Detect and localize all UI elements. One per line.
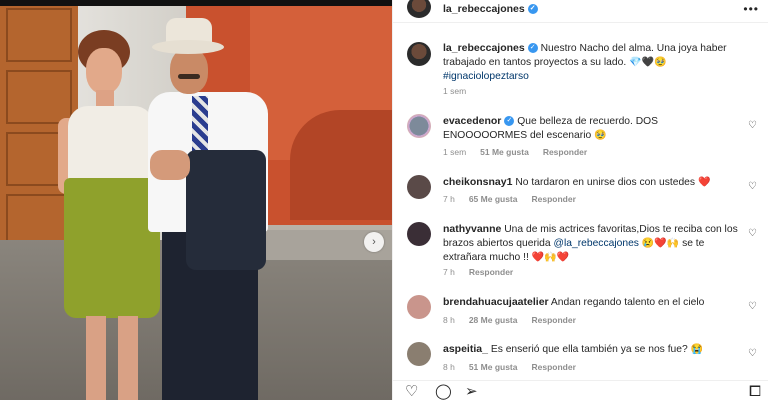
- comment-likes[interactable]: 51 Me gusta: [469, 362, 518, 372]
- reply-button[interactable]: Responder: [543, 147, 587, 157]
- comment-emoji: 😭: [690, 344, 704, 355]
- door-panel: [6, 8, 72, 62]
- author-avatar[interactable]: [407, 0, 431, 18]
- man-mustache: [178, 74, 200, 79]
- comment-mention[interactable]: @la_rebeccajones: [554, 238, 639, 249]
- instagram-post-view: › la_rebeccajones ✓ ••• la_rebeccajones ✓ …: [0, 0, 768, 400]
- hands: [150, 150, 190, 180]
- heart-icon[interactable]: ♡: [405, 384, 418, 399]
- comment-emoji: 😢❤️🙌: [641, 238, 680, 249]
- comment-time: 8 h: [443, 362, 455, 372]
- verified-badge-icon: ✓: [527, 4, 538, 15]
- comment-text: evacedenor ✓ Que belleza de recuerdo. DOS…: [443, 114, 743, 143]
- man-jacket: [186, 150, 266, 270]
- post-action-bar: ♡ ◯ ➢ ⧠: [393, 380, 768, 400]
- reply-button[interactable]: Responder: [531, 315, 575, 325]
- woman-leg: [118, 316, 138, 400]
- comment-likes[interactable]: 65 Me gusta: [469, 194, 518, 204]
- woman-skirt: [64, 178, 160, 318]
- comment-username[interactable]: evacedenor: [443, 115, 501, 127]
- caption-emojis: 💎🖤🥹: [629, 57, 667, 68]
- man-hat-brim: [152, 40, 224, 54]
- reply-button[interactable]: Responder: [531, 194, 575, 204]
- comment-item: cheikonsnay1 No tardaron en unirse dios …: [405, 175, 765, 205]
- door-panel: [6, 70, 72, 124]
- comment-body: Andan regando talento en el cielo: [550, 297, 705, 308]
- photo-arch: [290, 110, 392, 220]
- comment-body: Es enserió que ella también ya se nos fu…: [490, 344, 688, 355]
- comment-emoji: ❤️: [697, 177, 711, 188]
- header-divider: [393, 22, 768, 23]
- comment-avatar[interactable]: [407, 114, 431, 138]
- more-options-icon[interactable]: •••: [743, 2, 759, 16]
- man-face: [170, 48, 208, 94]
- like-comment-heart-icon[interactable]: ♡: [748, 348, 757, 359]
- reply-button[interactable]: Responder: [469, 267, 513, 277]
- verified-badge-icon: ✓: [504, 116, 515, 127]
- share-icon[interactable]: ➢: [465, 384, 478, 399]
- comment-text: aspeitia_ Es enserió que ella también ya…: [443, 342, 743, 357]
- like-comment-heart-icon[interactable]: ♡: [748, 228, 757, 239]
- comment-body: No tardaron en unirse dios con ustedes: [515, 177, 696, 188]
- verified-badge-icon: ✓: [527, 43, 538, 54]
- comment-text: brendahuacujaatelier Andan regando talen…: [443, 295, 743, 310]
- like-comment-heart-icon[interactable]: ♡: [748, 120, 757, 131]
- comment-meta: 8 h 51 Me gusta Responder: [443, 362, 576, 372]
- comment-item: evacedenor ✓ Que belleza de recuerdo. DOS…: [405, 114, 765, 160]
- comment-meta: 1 sem 51 Me gusta Responder: [443, 147, 587, 157]
- comment-item: nathyvanne Una de mis actrices favoritas…: [405, 222, 765, 282]
- woman-blouse: [68, 106, 154, 182]
- post-caption: la_rebeccajones ✓ Nuestro Nacho del alma.…: [405, 40, 757, 100]
- comment-item: brendahuacujaatelier Andan regando talen…: [405, 295, 765, 325]
- comment-avatar[interactable]: [407, 222, 431, 246]
- caption-username[interactable]: la_rebeccajones: [443, 42, 525, 54]
- comment-username[interactable]: aspeitia_: [443, 343, 488, 355]
- woman-leg: [86, 316, 106, 400]
- comment-icon[interactable]: ◯: [435, 384, 452, 399]
- comment-time: 7 h: [443, 267, 455, 277]
- post-header: la_rebeccajones ✓ •••: [393, 0, 768, 20]
- comment-avatar[interactable]: [407, 295, 431, 319]
- comment-text: nathyvanne Una de mis actrices favoritas…: [443, 222, 743, 265]
- comment-emoji: ❤️🙌❤️: [531, 252, 570, 263]
- caption-time: 1 sem: [443, 86, 467, 96]
- comment-meta: 8 h 28 Me gusta Responder: [443, 315, 576, 325]
- like-comment-heart-icon[interactable]: ♡: [748, 181, 757, 192]
- next-image-button[interactable]: ›: [364, 232, 384, 252]
- caption-hashtag[interactable]: #ignaciolopeztarso: [443, 71, 529, 82]
- chevron-right-icon: ›: [372, 236, 376, 248]
- woman-face: [86, 48, 122, 94]
- comment-avatar[interactable]: [407, 342, 431, 366]
- bookmark-icon[interactable]: ⧠: [749, 384, 761, 399]
- caption-text: la_rebeccajones ✓ Nuestro Nacho del alma.…: [443, 41, 763, 84]
- caption-avatar[interactable]: [407, 42, 431, 66]
- comment-username[interactable]: cheikonsnay1: [443, 176, 512, 188]
- comment-time: 7 h: [443, 194, 455, 204]
- post-side-panel: la_rebeccajones ✓ ••• la_rebeccajones ✓ Nu…: [392, 0, 768, 400]
- post-photo[interactable]: ›: [0, 0, 392, 400]
- comment-username[interactable]: nathyvanne: [443, 223, 501, 235]
- author-username-text[interactable]: la_rebeccajones: [443, 3, 525, 15]
- like-comment-heart-icon[interactable]: ♡: [748, 301, 757, 312]
- comment-time: 1 sem: [443, 147, 467, 157]
- comment-meta: 7 h 65 Me gusta Responder: [443, 194, 576, 204]
- comment-time: 8 h: [443, 315, 455, 325]
- comment-meta: 7 h Responder: [443, 267, 513, 277]
- reply-button[interactable]: Responder: [531, 362, 575, 372]
- author-username[interactable]: la_rebeccajones ✓: [443, 3, 538, 15]
- comment-emoji: 🥹: [594, 130, 607, 141]
- comment-text: cheikonsnay1 No tardaron en unirse dios …: [443, 175, 743, 190]
- photo-top-edge: [0, 0, 392, 6]
- comment-likes[interactable]: 51 Me gusta: [480, 147, 529, 157]
- comment-username[interactable]: brendahuacujaatelier: [443, 296, 549, 308]
- comment-item: aspeitia_ Es enserió que ella también ya…: [405, 342, 765, 372]
- comment-avatar[interactable]: [407, 175, 431, 199]
- comment-likes[interactable]: 28 Me gusta: [469, 315, 518, 325]
